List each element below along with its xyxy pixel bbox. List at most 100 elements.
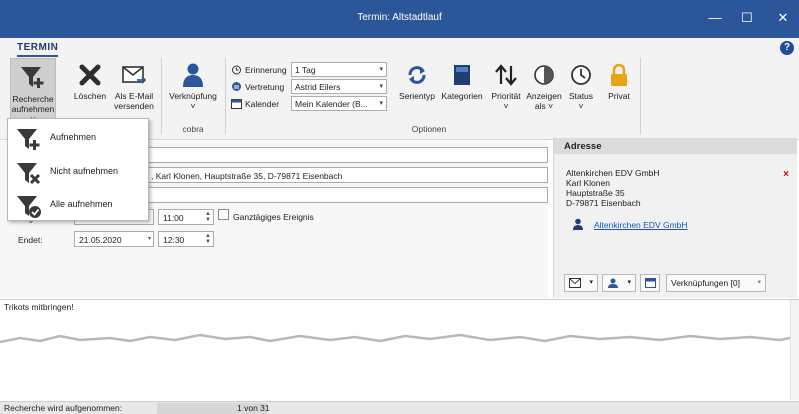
chevron-down-icon: ▾ (627, 279, 631, 286)
window-button[interactable] (640, 274, 660, 292)
menu-item-nicht-aufnehmen[interactable]: Nicht aufnehmen (8, 155, 148, 187)
filter-plus-icon (17, 129, 40, 150)
recurrence-icon (408, 66, 426, 84)
vertretung-select[interactable]: Astrid Eilers ▾ (291, 79, 387, 94)
email-label-2: versenden (114, 101, 154, 111)
email-button[interactable]: Als E-Mail versenden (112, 62, 156, 111)
allday-label: Ganztägiges Ereignis (233, 212, 314, 222)
erinnerung-value: 1 Tag (295, 65, 316, 75)
menu-item-alle-aufnehmen[interactable]: Alle aufnehmen (8, 188, 148, 220)
remove-address-icon[interactable]: × (783, 169, 789, 180)
allday-checkbox[interactable] (218, 209, 229, 220)
contact-address-value: , Karl Klonen, Hauptstraße 35, D-79871 E… (151, 171, 343, 181)
window-icon (645, 278, 656, 288)
category-book-icon (454, 65, 470, 85)
anzeigen-label: Anzeigen (526, 91, 562, 101)
chevron-down-icon: ▾ (589, 279, 593, 286)
lock-icon (611, 63, 627, 86)
prioritaet-button[interactable]: Priorität ˅ (488, 62, 524, 111)
maximize-button[interactable]: ☐ (732, 8, 762, 28)
anzeigen-als-button[interactable]: Anzeigen als ˅ (526, 62, 562, 111)
status-arrow: ˅ (578, 101, 584, 111)
chevron-down-icon: ▾ (379, 100, 383, 107)
notes-scrollbar[interactable] (790, 300, 799, 400)
verknuepfung-button[interactable]: Verknüpfung ˅ (165, 62, 221, 111)
end-time-value: 12:30 (163, 235, 185, 245)
loeschen-label: Löschen (73, 91, 107, 101)
recherche-aufnehmen-button[interactable]: Recherche aufnehmen ˅ (10, 58, 56, 125)
person-icon (183, 63, 203, 87)
address-city: D-79871 Eisenbach (566, 198, 641, 208)
location-field[interactable] (146, 187, 548, 203)
prioritaet-label: Priorität (491, 91, 521, 101)
tab-termin[interactable]: TERMIN (17, 42, 59, 57)
status-bar: Recherche wird aufgenommen: 1 von 31 (0, 401, 799, 414)
person-icon (573, 218, 583, 230)
help-icon[interactable]: ? (780, 41, 794, 55)
status-recherche-label: Recherche wird aufgenommen: (4, 403, 123, 413)
chevron-down-icon[interactable]: ▾ (148, 236, 151, 242)
mail-dropdown-button[interactable]: ▾ (564, 274, 598, 292)
serientyp-button[interactable]: Serientyp (394, 62, 440, 101)
chevron-down-icon: ▾ (379, 66, 383, 73)
verknuepfung-label: Verknüpfung (169, 91, 217, 101)
filter-plus-icon (21, 67, 44, 88)
delete-x-icon (79, 64, 101, 86)
vertretung-label: Vertretung (245, 82, 285, 92)
torn-paper-edge (0, 333, 790, 372)
begin-time-field[interactable]: 11:00 ▲ ▼ (158, 209, 214, 225)
privat-button[interactable]: Privat (602, 62, 636, 101)
end-time-field[interactable]: 12:30 ▲ ▼ (158, 231, 214, 247)
end-label: Endet: (18, 235, 43, 245)
recherche-label-1: Recherche (12, 94, 54, 104)
kalender-select[interactable]: Mein Kalender (B... ▾ (291, 96, 387, 111)
erinnerung-select[interactable]: 1 Tag ▾ (291, 62, 387, 77)
alarm-icon (232, 65, 241, 75)
email-label-1: Als E-Mail (114, 91, 154, 101)
address-block: Altenkirchen EDV GmbH Karl Klonen Haupts… (566, 168, 660, 208)
status-label: Status (568, 91, 594, 101)
filter-remove-icon (17, 163, 41, 185)
mail-icon (569, 278, 581, 288)
close-button[interactable]: ✕ (768, 8, 798, 28)
vertretung-value: Astrid Eilers (295, 82, 341, 92)
status-button[interactable]: Status ˅ (565, 62, 597, 111)
menu-item-aufnehmen[interactable]: Aufnehmen (8, 121, 148, 153)
status-count: 1 von 31 (237, 403, 270, 413)
filter-check-icon (17, 196, 41, 218)
verknuepfung-arrow: ˅ (190, 101, 196, 111)
company-link[interactable]: Altenkirchen EDV GmbH (594, 220, 688, 230)
contact-address-field[interactable]: , Karl Klonen, Hauptstraße 35, D-79871 E… (146, 167, 548, 183)
verknuepfungen-button[interactable]: Verknüpfungen [0] ▾ (666, 274, 766, 292)
privat-label: Privat (608, 91, 630, 101)
group-label-cobra: cobra (182, 124, 204, 134)
address-panel: Adresse Altenkirchen EDV GmbH Karl Klone… (553, 138, 797, 298)
contact-dropdown-button[interactable]: ▾ (602, 274, 636, 292)
kategorien-label: Kategorien (441, 91, 483, 101)
loeschen-button[interactable]: Löschen (70, 62, 110, 101)
ribbon-separator (161, 58, 162, 134)
chevron-down-icon: ▾ (379, 83, 383, 90)
ribbon-separator (640, 58, 641, 134)
kalender-label: Kalender (245, 99, 280, 109)
spinner-icon[interactable]: ▲ ▼ (205, 211, 211, 223)
minimize-button[interactable]: — (700, 8, 730, 28)
window-title: Termin: Altstadtlauf (357, 12, 442, 23)
end-date-field[interactable]: 21.05.2020 ▾ (74, 231, 154, 247)
end-date-value: 21.05.2020 (79, 235, 122, 245)
group-label-optionen: Optionen (411, 124, 447, 134)
spinner-icon[interactable]: ▲ ▼ (205, 233, 211, 245)
address-person: Karl Klonen (566, 178, 610, 188)
recherche-dropdown-menu: Aufnehmen Nicht aufnehmen Alle aufnehmen (7, 118, 149, 221)
chevron-down-icon: ▾ (757, 279, 761, 286)
kalender-value: Mein Kalender (B... (295, 99, 368, 109)
address-street: Hauptstraße 35 (566, 188, 625, 198)
erinnerung-label: Erinnerung (245, 65, 287, 75)
priority-arrows-icon (495, 64, 517, 86)
kategorien-button[interactable]: Kategorien (439, 62, 485, 101)
serientyp-label: Serientyp (399, 91, 435, 101)
address-panel-header: Adresse (554, 138, 797, 154)
notes-area[interactable]: Trikots mitbringen! (0, 299, 799, 401)
subject-field[interactable] (146, 147, 548, 163)
menu-item-label: Nicht aufnehmen (50, 166, 119, 176)
